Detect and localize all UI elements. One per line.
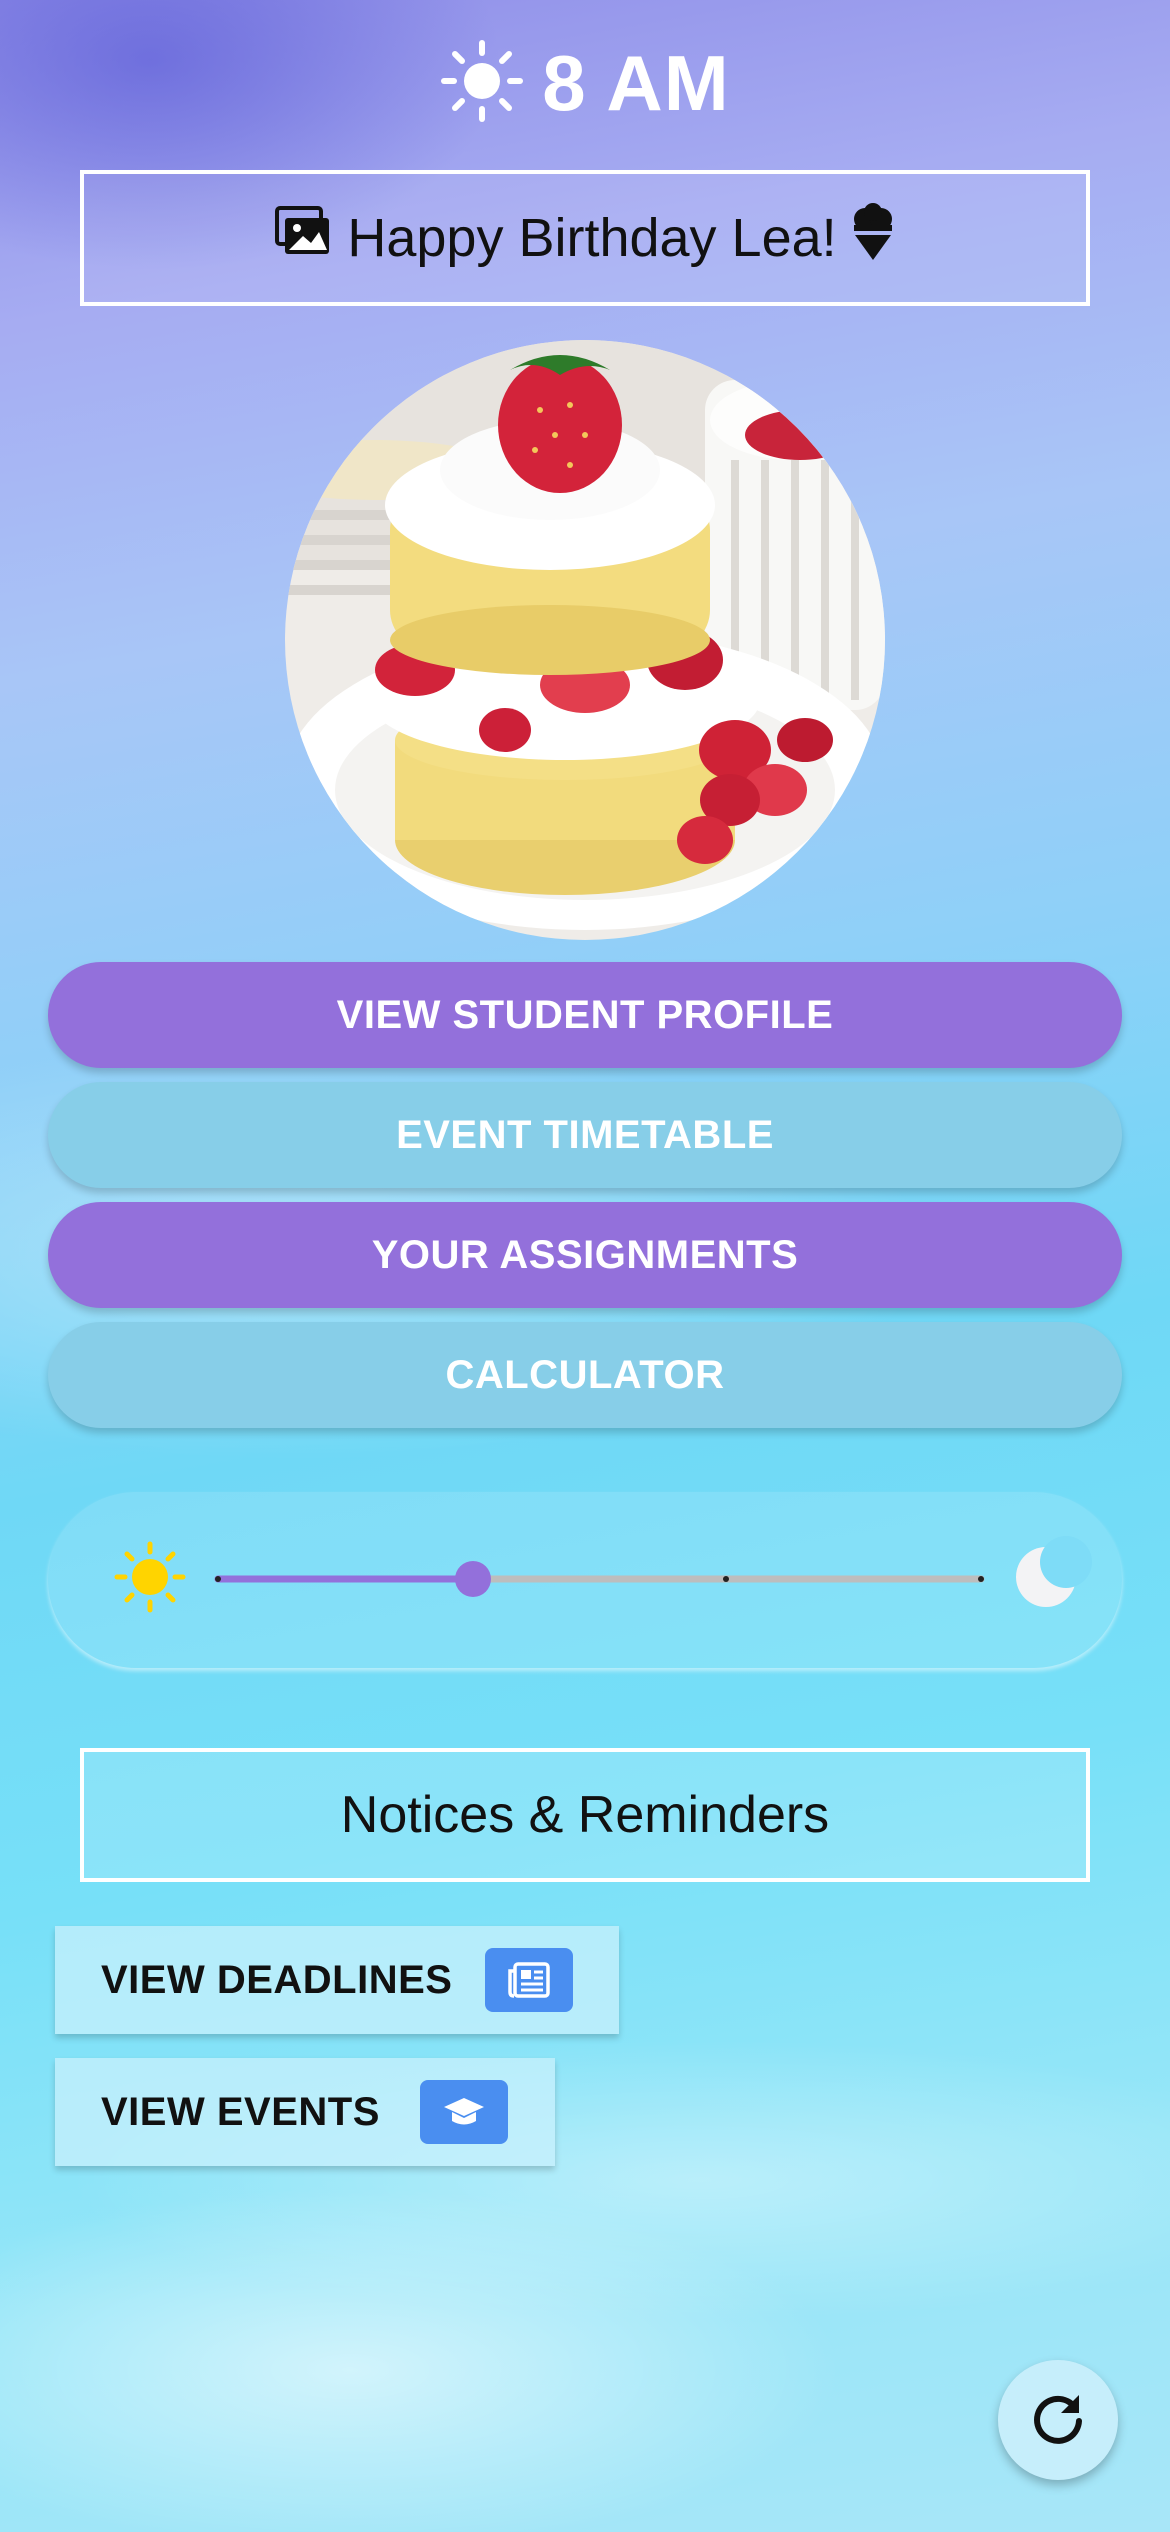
images-icon xyxy=(275,205,333,271)
view-events-label: VIEW EVENTS xyxy=(101,2089,380,2134)
refresh-icon xyxy=(1029,2389,1087,2452)
newspaper-icon xyxy=(485,1948,573,2012)
calculator-button[interactable]: CALCULATOR xyxy=(48,1322,1122,1428)
theme-slider-card xyxy=(48,1492,1122,1668)
view-events-button[interactable]: VIEW EVENTS xyxy=(55,2058,555,2166)
notices-title: Notices & Reminders xyxy=(80,1748,1090,1882)
your-assignments-button[interactable]: YOUR ASSIGNMENTS xyxy=(48,1202,1122,1308)
graduation-cap-icon xyxy=(420,2080,508,2144)
view-student-profile-button[interactable]: VIEW STUDENT PROFILE xyxy=(48,962,1122,1068)
view-deadlines-button[interactable]: VIEW DEADLINES xyxy=(55,1926,619,2034)
moon-icon xyxy=(1016,1536,1092,1607)
slider-track[interactable] xyxy=(214,1575,985,1583)
sun-icon xyxy=(114,1541,186,1613)
refresh-button[interactable] xyxy=(998,2360,1118,2480)
sun-icon xyxy=(440,39,524,128)
time-header: 8 AM xyxy=(0,38,1170,129)
strawberry-shortcake-photo xyxy=(285,340,885,940)
ice-cream-icon xyxy=(851,202,895,274)
slider-thumb[interactable] xyxy=(455,1561,491,1597)
banner-text: Happy Birthday Lea! xyxy=(347,208,837,268)
time-text: 8 AM xyxy=(542,39,730,127)
birthday-banner: Happy Birthday Lea! xyxy=(80,170,1090,306)
view-deadlines-label: VIEW DEADLINES xyxy=(101,1957,453,2002)
event-timetable-button[interactable]: EVENT TIMETABLE xyxy=(48,1082,1122,1188)
